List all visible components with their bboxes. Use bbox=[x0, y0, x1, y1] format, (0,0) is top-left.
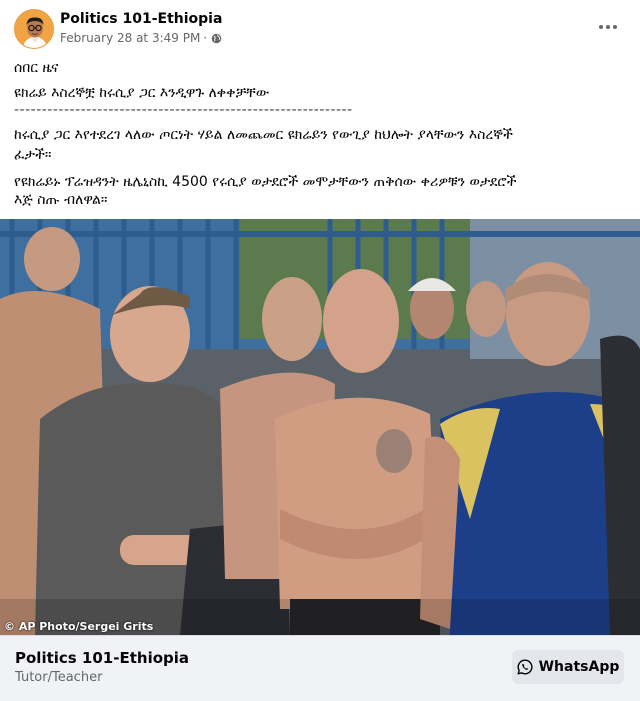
post-header: Politics 101-Ethiopia February 28 at 3:4… bbox=[0, 0, 640, 56]
post-meta: February 28 at 3:49 PM · bbox=[60, 31, 222, 45]
footer-page-name[interactable]: Politics 101-Ethiopia bbox=[15, 649, 189, 667]
more-options-icon[interactable] bbox=[592, 16, 624, 38]
globe-icon[interactable] bbox=[211, 33, 222, 44]
post-text-paragraph-1-end: ፈታች። bbox=[14, 147, 52, 163]
post-text-paragraph-2: የዩክሬይኑ ፕሬዝዳንት ዜሌኒስኪ 4500 የሩሲያ ወታደሮች መሞታቸ… bbox=[14, 174, 517, 190]
photo-illustration bbox=[0, 219, 640, 635]
post-footer: Politics 101-Ethiopia Tutor/Teacher What… bbox=[0, 635, 640, 701]
facebook-post: Politics 101-Ethiopia February 28 at 3:4… bbox=[0, 0, 640, 701]
page-avatar[interactable] bbox=[14, 9, 54, 49]
photo-credit: © AP Photo/Sergei Grits bbox=[4, 620, 154, 633]
page-name-link[interactable]: Politics 101-Ethiopia bbox=[60, 11, 222, 27]
avatar-image bbox=[15, 10, 53, 48]
post-text-headline: ሰበር ዜና bbox=[14, 60, 59, 76]
post-text-paragraph-1: ከሩሲያ ጋር እየተደረገ ላለው ጦርነት ሃይል ለመጨመር ዩክሬይን … bbox=[14, 127, 513, 143]
whatsapp-icon bbox=[516, 659, 533, 675]
post-text-divider: ----------------------------------------… bbox=[14, 102, 353, 118]
whatsapp-button-label: WhatsApp bbox=[538, 659, 620, 675]
whatsapp-button[interactable]: WhatsApp bbox=[512, 650, 624, 684]
post-photo[interactable]: © AP Photo/Sergei Grits bbox=[0, 219, 640, 635]
footer-page-category: Tutor/Teacher bbox=[15, 670, 103, 685]
meta-separator: · bbox=[203, 31, 208, 45]
post-text-paragraph-2-end: እጅ ስጡ ብለዋል። bbox=[14, 192, 108, 208]
post-timestamp[interactable]: February 28 at 3:49 PM bbox=[60, 31, 200, 45]
